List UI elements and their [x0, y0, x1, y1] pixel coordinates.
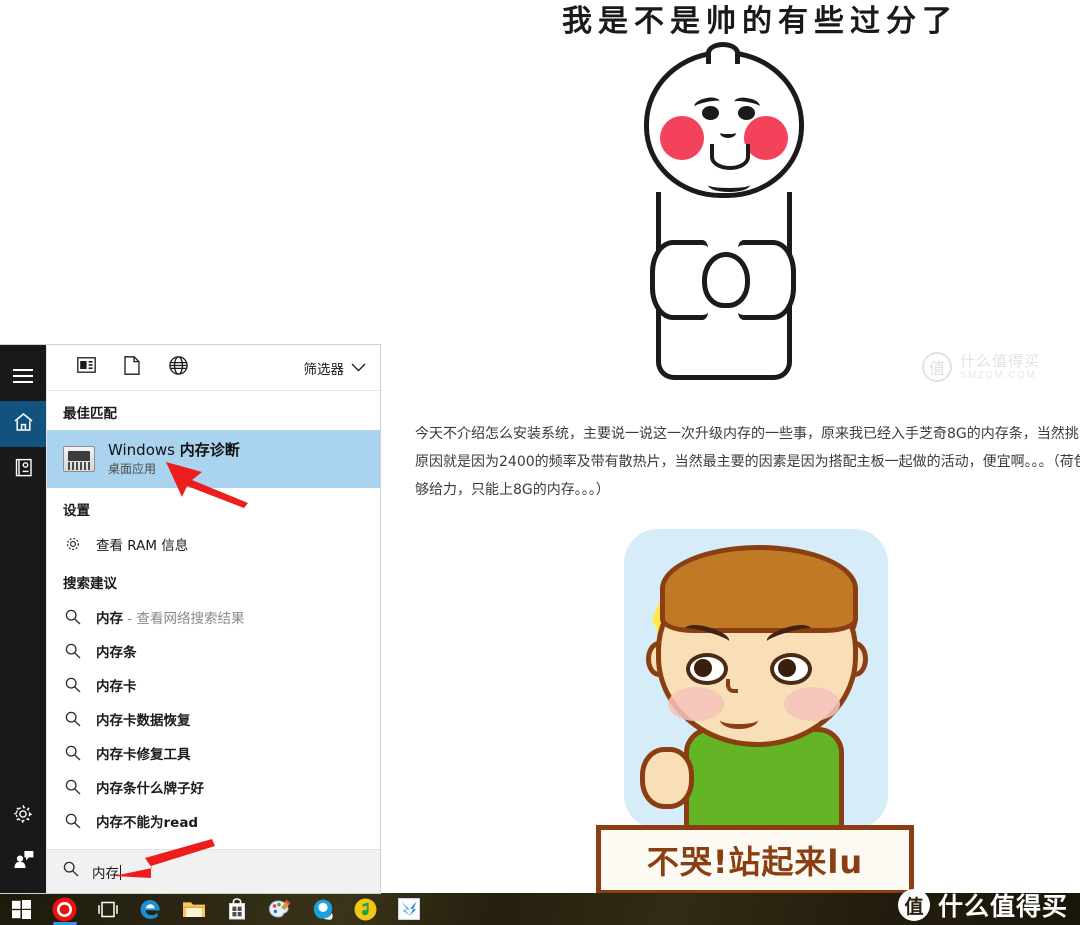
smzdm-coin-logo-icon: 值 [897, 889, 930, 921]
home-icon [13, 412, 34, 437]
suggestion-row[interactable]: 内存卡修复工具 [47, 736, 380, 770]
article-paragraph-line: 今天不介绍怎么安装系统，主要说一说这一次升级内存的一些事，原来我已经入手芝奇8G… [415, 426, 1080, 442]
settings-result-label: 查看 RAM 信息 [96, 538, 189, 554]
globe-icon [168, 355, 188, 380]
suggestion-label: 内存条 [96, 645, 137, 661]
section-heading-best-match: 最佳匹配 [63, 406, 117, 422]
arrow-to-best-match [166, 462, 248, 508]
search-panel-toolbar: 筛选器 [47, 345, 380, 391]
line-art-character-illustration [598, 40, 848, 380]
sidebar-item-notebook[interactable] [0, 447, 46, 493]
hamburger-menu-button[interactable] [0, 355, 46, 401]
document-icon [124, 355, 140, 380]
article-paragraph-line: 够给力，只能上8G的内存。。。） [415, 482, 610, 498]
search-panel-rail [0, 345, 46, 893]
suggestion-label: 内存卡修复工具 [96, 747, 191, 763]
cortana-button[interactable] [43, 893, 86, 925]
hamburger-icon [13, 368, 33, 388]
search-icon [63, 861, 79, 882]
folder-icon [182, 899, 206, 919]
suggestion-label: 内存卡 [96, 679, 137, 695]
section-heading-suggestions: 搜索建议 [63, 576, 117, 592]
arrow-to-search-box [114, 839, 215, 878]
handwritten-title: 我是不是帅的有些过分了 [562, 4, 958, 39]
foxmail-button[interactable] [387, 893, 430, 925]
gear-icon [63, 536, 83, 552]
edge-icon [139, 898, 162, 921]
blue-bird-icon [397, 898, 420, 920]
microsoft-store-button[interactable] [215, 893, 258, 925]
smzdm-watermark-white: 值 什么值得买 [897, 887, 1068, 923]
suggestion-row[interactable]: 内存 - 查看网络搜索结果 [47, 600, 380, 634]
memory-chip-icon [63, 446, 95, 472]
smzdm-coin-logo-icon: 值 [922, 352, 952, 382]
article-paragraph: 今天不介绍怎么安装系统，主要说一说这一次升级内存的一些事，原来我已经入手芝奇8G… [415, 420, 1080, 504]
search-icon [63, 779, 83, 795]
tab-web[interactable] [155, 351, 201, 385]
cartoon-boy-illustration: 不哭!站起来lu [596, 515, 914, 893]
windows-logo-icon [12, 899, 31, 919]
cartoon-sign: 不哭!站起来lu [596, 825, 914, 893]
filter-button[interactable]: 筛选器 [304, 358, 367, 378]
qq-music-button[interactable] [344, 893, 387, 925]
search-icon [63, 813, 83, 829]
gear-icon [13, 804, 33, 829]
windows-search-panel: 筛选器 最佳匹配 Windows 内存诊断 桌面应用 设置 查看 RAM 信息 … [0, 345, 380, 893]
task-view-button[interactable] [86, 893, 129, 925]
suggestion-label: 内存不能为read [96, 815, 199, 831]
suggestion-label: 内存 - 查看网络搜索结果 [96, 611, 245, 627]
suggestion-label: 内存条什么牌子好 [96, 781, 204, 797]
filter-label: 筛选器 [303, 361, 345, 378]
tab-documents[interactable] [109, 351, 155, 385]
suggestion-row[interactable]: 内存条 [47, 634, 380, 668]
tab-apps[interactable] [63, 351, 109, 385]
music-note-icon [354, 898, 377, 921]
sidebar-item-home[interactable] [0, 401, 46, 447]
paint-palette-icon [268, 898, 292, 921]
screen: 我是不是帅的有些过分了 值 什么值得买 SMZDM.COM 今天不介绍怎么安装系… [0, 0, 1080, 925]
suggestion-row[interactable]: 内存卡数据恢复 [47, 702, 380, 736]
store-bag-icon [227, 898, 247, 920]
search-icon [63, 643, 83, 659]
search-icon [63, 711, 83, 727]
search-icon [63, 745, 83, 761]
smzdm-watermark-white-text: 什么值得买 [937, 892, 1068, 921]
feedback-icon [13, 850, 34, 874]
start-button[interactable] [0, 893, 43, 925]
search-panel-body: 筛选器 最佳匹配 Windows 内存诊断 桌面应用 设置 查看 RAM 信息 … [46, 345, 380, 893]
cortana-circle-icon [52, 897, 77, 922]
notebook-icon [14, 458, 33, 482]
smzdm-watermark-line2: SMZDM.COM [960, 369, 1037, 381]
paint-button[interactable] [258, 893, 301, 925]
apps-icon [76, 357, 96, 378]
smzdm-watermark-line1: 什么值得买 [960, 351, 1041, 370]
cartoon-sign-text: 不哭!站起来lu [646, 843, 864, 881]
edge-button[interactable] [129, 893, 172, 925]
suggestion-row[interactable]: 内存条什么牌子好 [47, 770, 380, 804]
suggestion-row[interactable]: 内存不能为read [47, 804, 380, 838]
suggestion-row[interactable]: 内存卡 [47, 668, 380, 702]
smzdm-watermark-gray: 值 什么值得买 SMZDM.COM [922, 352, 1040, 382]
article-paragraph-line: 原因就是因为2400的频率及带有散热片，当然最主要的因素是因为搭配主板一起做的活… [415, 454, 1080, 470]
task-view-icon [96, 901, 120, 918]
qq-icon [311, 898, 335, 921]
settings-result-row[interactable]: 查看 RAM 信息 [47, 527, 380, 561]
chevron-down-icon [351, 360, 366, 376]
taskbar: 值 什么值得买 [0, 889, 1080, 925]
suggestion-label: 内存卡数据恢复 [96, 713, 191, 729]
sidebar-item-feedback[interactable] [0, 839, 46, 885]
search-icon [63, 609, 83, 625]
qq-button[interactable] [301, 893, 344, 925]
search-icon [63, 677, 83, 693]
file-explorer-button[interactable] [172, 893, 215, 925]
sidebar-item-settings[interactable] [0, 793, 46, 839]
